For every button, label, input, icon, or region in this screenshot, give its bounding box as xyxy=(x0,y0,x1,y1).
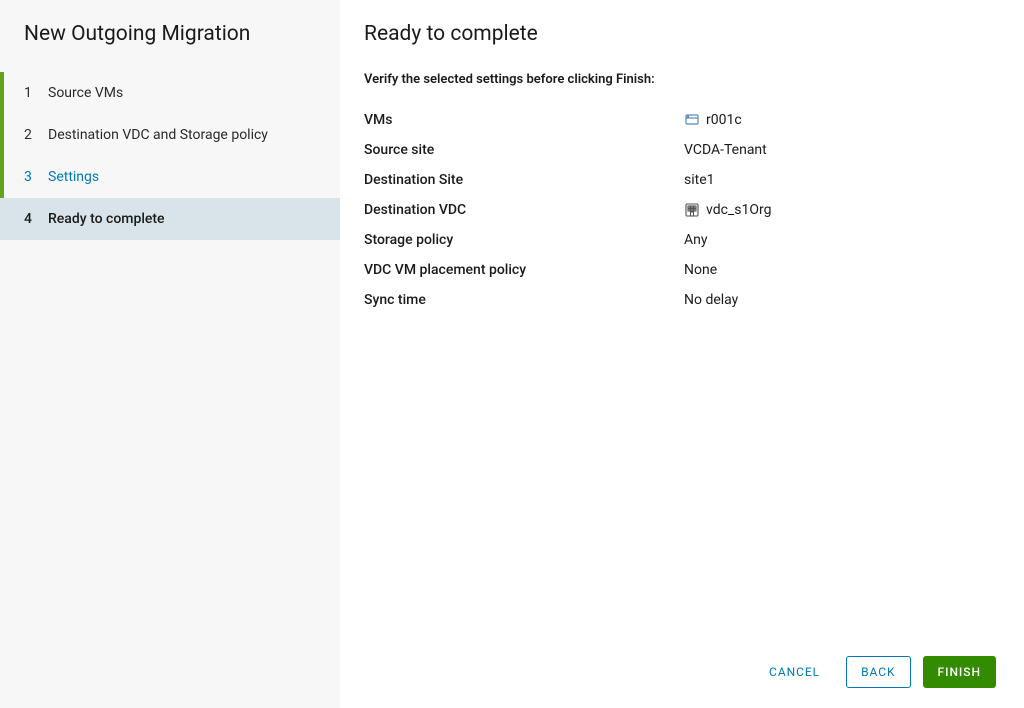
step-source-vms[interactable]: 1 Source VMs xyxy=(0,72,340,114)
cancel-button[interactable]: CANCEL xyxy=(755,656,834,688)
summary-value: Any xyxy=(684,231,708,249)
step-label: Settings xyxy=(48,169,99,185)
step-label: Destination VDC and Storage policy xyxy=(48,127,268,143)
finish-button[interactable]: FINISH xyxy=(923,656,996,688)
back-button[interactable]: BACK xyxy=(846,656,910,688)
summary-value: site1 xyxy=(684,171,715,189)
page-title: Ready to complete xyxy=(364,22,996,46)
summary-value: r001c xyxy=(706,111,742,129)
wizard-sidebar: New Outgoing Migration 1 Source VMs 2 De… xyxy=(0,0,340,708)
step-number: 3 xyxy=(24,169,42,185)
summary-label: VMs xyxy=(364,111,684,129)
summary-row-source-site: Source site VCDA-Tenant xyxy=(364,141,996,159)
summary-label: Destination Site xyxy=(364,171,684,189)
wizard-content: Ready to complete Verify the selected se… xyxy=(340,0,1024,708)
summary-value: vdc_s1Org xyxy=(706,201,771,219)
page-instruction: Verify the selected settings before clic… xyxy=(364,72,996,87)
step-label: Ready to complete xyxy=(48,211,165,227)
wizard-steps: 1 Source VMs 2 Destination VDC and Stora… xyxy=(0,72,340,240)
summary-row-sync-time: Sync time No delay xyxy=(364,291,996,309)
summary-value: No delay xyxy=(684,291,738,309)
summary-row-vms: VMs r001c xyxy=(364,111,996,129)
summary-row-destination-site: Destination Site site1 xyxy=(364,171,996,189)
wizard-footer: CANCEL BACK FINISH xyxy=(364,642,996,688)
step-number: 1 xyxy=(24,85,42,101)
summary-value: None xyxy=(684,261,717,279)
step-ready-to-complete[interactable]: 4 Ready to complete xyxy=(0,198,340,240)
summary-label: Sync time xyxy=(364,291,684,309)
step-settings[interactable]: 3 Settings xyxy=(0,156,340,198)
summary-label: Destination VDC xyxy=(364,201,684,219)
summary-value: VCDA-Tenant xyxy=(684,141,767,159)
step-number: 2 xyxy=(24,127,42,143)
vm-icon xyxy=(684,112,700,128)
wizard-dialog: New Outgoing Migration 1 Source VMs 2 De… xyxy=(0,0,1024,708)
step-destination-vdc[interactable]: 2 Destination VDC and Storage policy xyxy=(0,114,340,156)
summary-label: Source site xyxy=(364,141,684,159)
summary-row-destination-vdc: Destination VDC xyxy=(364,201,996,219)
step-label: Source VMs xyxy=(48,85,123,101)
step-number: 4 xyxy=(24,211,42,227)
summary-label: VDC VM placement policy xyxy=(364,261,684,279)
wizard-title: New Outgoing Migration xyxy=(0,22,340,62)
summary-label: Storage policy xyxy=(364,231,684,249)
summary-table: VMs r001c Source site VCDA-Tenant xyxy=(364,111,996,321)
datacenter-icon xyxy=(684,202,700,218)
summary-row-placement-policy: VDC VM placement policy None xyxy=(364,261,996,279)
summary-row-storage-policy: Storage policy Any xyxy=(364,231,996,249)
